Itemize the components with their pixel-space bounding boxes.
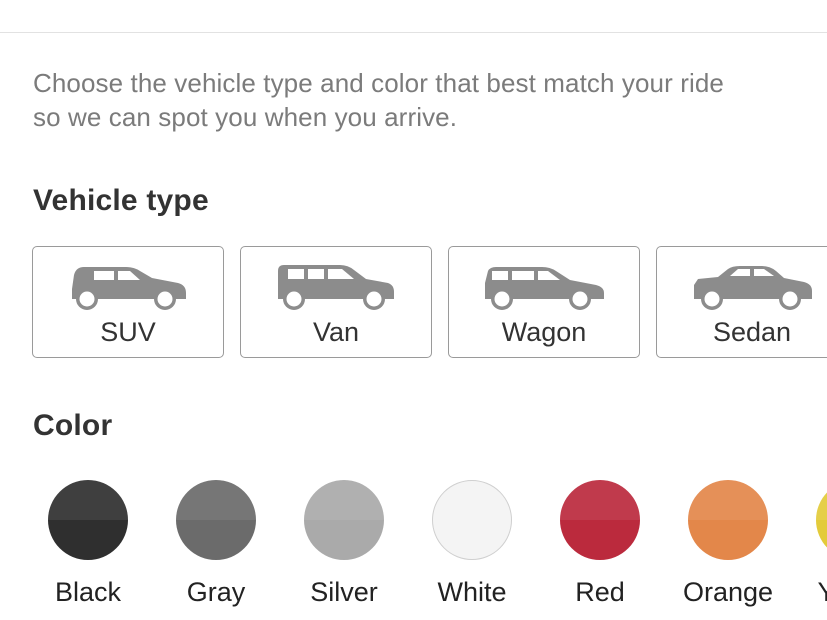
color-option-silver[interactable]: Silver: [280, 478, 408, 618]
vehicle-option-label: Wagon: [501, 317, 587, 347]
top-divider: [0, 32, 827, 33]
vehicle-option-sedan[interactable]: Sedan: [656, 246, 827, 358]
color-heading: Color: [33, 409, 113, 442]
color-swatch: [432, 480, 512, 560]
vehicle-type-heading: Vehicle type: [33, 184, 209, 217]
color-label: White: [437, 577, 507, 607]
color-label: Yellow: [817, 577, 827, 607]
color-options: Black Gray Silver White Red Orange Yello…: [0, 478, 827, 618]
vehicle-option-label: SUV: [100, 317, 156, 347]
color-swatch: [560, 480, 640, 560]
suv-icon: [72, 267, 186, 310]
vehicle-option-label: Van: [312, 317, 360, 347]
vehicle-option-van[interactable]: Van: [240, 246, 432, 358]
color-swatch: [176, 480, 256, 560]
color-swatch: [688, 480, 768, 560]
intro-text: Choose the vehicle type and color that b…: [33, 66, 813, 134]
vehicle-type-options: SUV Van Wagon Sedan: [32, 246, 827, 359]
color-option-yellow[interactable]: Yellow: [792, 478, 827, 618]
color-label: Silver: [310, 577, 378, 607]
color-swatch: [48, 480, 128, 560]
color-option-black[interactable]: Black: [24, 478, 152, 618]
color-option-red[interactable]: Red: [536, 478, 664, 618]
intro-line-2: so we can spot you when you arrive.: [33, 102, 458, 132]
color-label: Gray: [186, 577, 246, 607]
color-label: Red: [575, 577, 625, 607]
vehicle-details-page: Choose the vehicle type and color that b…: [0, 0, 827, 620]
color-swatch: [816, 480, 827, 560]
color-swatch: [304, 480, 384, 560]
color-option-gray[interactable]: Gray: [152, 478, 280, 618]
van-icon: [278, 265, 394, 310]
color-label: Orange: [682, 577, 774, 607]
intro-line-1: Choose the vehicle type and color that b…: [33, 68, 724, 98]
color-option-orange[interactable]: Orange: [664, 478, 792, 618]
vehicle-option-wagon[interactable]: Wagon: [448, 246, 640, 358]
wagon-icon: [485, 267, 604, 310]
color-option-white[interactable]: White: [408, 478, 536, 618]
color-label: Black: [54, 577, 122, 607]
sedan-icon: [694, 266, 812, 310]
vehicle-option-suv[interactable]: SUV: [32, 246, 224, 358]
vehicle-option-label: Sedan: [712, 317, 792, 347]
